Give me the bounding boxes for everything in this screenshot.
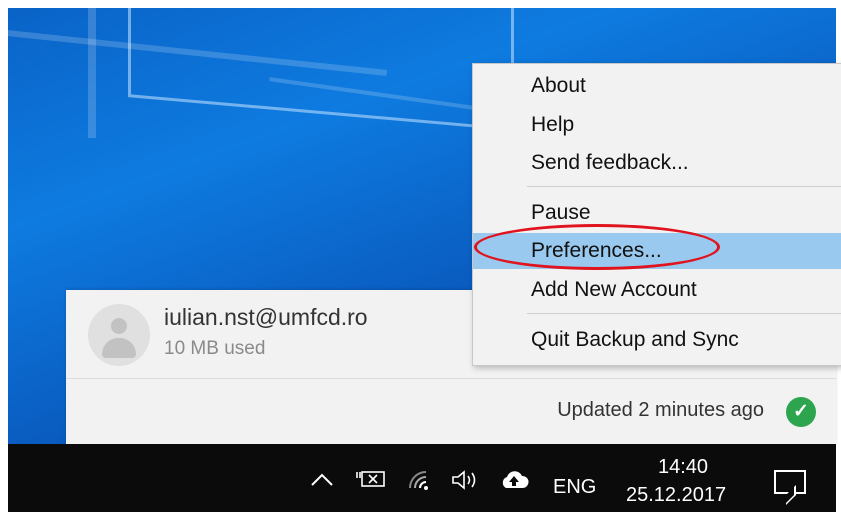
clock-date[interactable]: 25.12.2017 — [626, 484, 726, 507]
menu-item-send-feedback[interactable]: Send feedback... — [473, 145, 841, 181]
menu-item-preferences[interactable]: Preferences... — [473, 233, 841, 269]
storage-usage: 10 MB used — [164, 338, 266, 359]
wifi-icon[interactable] — [406, 468, 434, 498]
menu-item-pause[interactable]: Pause — [473, 195, 841, 231]
chevron-up-icon[interactable] — [310, 470, 334, 493]
battery-icon[interactable] — [356, 468, 386, 496]
context-menu: About Help Send feedback... Pause Prefer… — [472, 63, 841, 366]
menu-item-help[interactable]: Help — [473, 107, 841, 143]
light-beam — [88, 8, 96, 138]
action-center-icon[interactable] — [774, 470, 806, 494]
account-email: iulian.nst@umfcd.ro — [164, 304, 368, 330]
avatar — [88, 304, 150, 366]
menu-item-about[interactable]: About — [473, 68, 841, 104]
cloud-upload-icon[interactable] — [498, 468, 530, 498]
menu-separator — [527, 186, 841, 187]
taskbar: ENG 14:40 25.12.2017 — [8, 444, 836, 512]
check-circle-icon: ✓ — [786, 397, 816, 427]
avatar-head — [111, 318, 127, 334]
sync-status-text: Updated 2 minutes ago — [557, 399, 764, 421]
avatar-body — [102, 338, 136, 358]
volume-icon[interactable] — [450, 468, 482, 498]
status-row: Updated 2 minutes ago ✓ — [66, 379, 836, 444]
windows-logo-frame — [128, 8, 514, 131]
language-indicator[interactable]: ENG — [553, 476, 596, 499]
menu-item-quit[interactable]: Quit Backup and Sync — [473, 322, 841, 358]
menu-separator — [527, 313, 841, 314]
menu-item-add-new-account[interactable]: Add New Account — [473, 272, 841, 308]
clock-time[interactable]: 14:40 — [658, 456, 708, 479]
